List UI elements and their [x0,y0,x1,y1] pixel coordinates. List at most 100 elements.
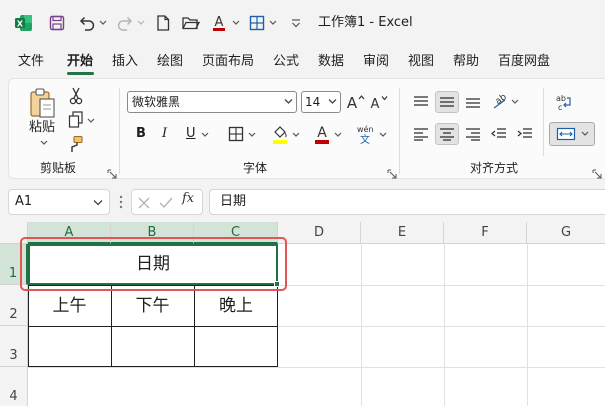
menu-formulas[interactable]: 公式 [273,52,299,72]
svg-text:A: A [371,97,380,111]
font-size-value: 14 [305,95,321,109]
font-launcher-icon[interactable] [387,164,397,179]
borders-icon[interactable] [246,12,268,34]
cell-c2[interactable]: 晚上 [194,294,278,318]
menu-page-layout[interactable]: 页面布局 [202,52,254,72]
formula-input[interactable]: 日期 [209,189,605,215]
window-title: 工作簿1 - Excel [318,15,413,30]
font-name-select[interactable]: 微软雅黑 [127,91,297,113]
align-center-icon[interactable] [435,123,459,145]
font-color-dropdown-icon[interactable] [333,130,343,140]
align-bottom-icon[interactable] [462,91,484,113]
redo-icon [114,12,136,34]
svg-text:ab: ab [556,94,566,103]
borders-dropdown-icon[interactable] [268,12,278,34]
underline-dropdown-icon[interactable] [200,130,210,140]
cell-border [28,326,278,327]
svg-text:X: X [17,20,24,29]
align-right-icon[interactable] [462,123,484,145]
menu-file[interactable]: 文件 [18,52,44,72]
fill-color-icon[interactable] [270,122,290,146]
decrease-indent-icon[interactable] [488,123,510,145]
underline-button[interactable]: U [186,126,196,142]
gridline [527,244,528,406]
borders-icon[interactable] [226,124,246,144]
clipboard-launcher-icon[interactable] [107,164,117,179]
column-header-g[interactable]: G [527,222,605,244]
name-box-value: A1 [15,194,33,209]
svg-text:A: A [215,15,224,30]
font-size-select[interactable]: 14 [301,91,341,113]
gridline [444,244,445,406]
align-middle-icon[interactable] [435,91,459,113]
increase-indent-icon[interactable] [514,123,536,145]
copy-icon[interactable] [66,110,86,130]
bold-button[interactable]: B [136,126,146,142]
cell-b2[interactable]: 下午 [111,294,194,318]
enter-icon[interactable] [159,197,173,209]
menu-draw[interactable]: 绘图 [157,52,183,72]
save-icon[interactable] [46,12,68,34]
ribbon-separator [399,88,400,174]
menu-insert[interactable]: 插入 [112,52,138,72]
undo-icon[interactable] [76,12,98,34]
name-box[interactable]: A1 [8,189,110,215]
row-header-4[interactable]: 4 [0,367,28,406]
font-group-label: 字体 [243,161,268,175]
wrap-text-icon[interactable]: ab c [553,91,575,113]
align-left-icon[interactable] [410,123,432,145]
merge-center-button[interactable] [549,122,595,146]
menu-home[interactable]: 开始 [67,52,93,72]
ribbon-separator [119,88,120,174]
cancel-icon[interactable] [138,197,150,209]
undo-dropdown-icon[interactable] [98,12,108,34]
more-options-icon[interactable] [115,192,127,212]
copy-dropdown-icon[interactable] [86,116,96,126]
menu-baidu-netdisk[interactable]: 百度网盘 [498,52,550,72]
paste-label[interactable]: 粘贴 [29,120,55,136]
cell-a2[interactable]: 上午 [28,294,111,318]
font-color-icon[interactable]: A [312,122,332,146]
cut-icon[interactable] [66,86,86,106]
formula-controls: fx [131,189,203,215]
svg-text:ab: ab [494,94,508,107]
decrease-font-size-icon[interactable]: A [368,91,388,113]
column-header-e[interactable]: E [361,222,444,244]
font-color-dropdown-icon[interactable] [231,12,241,34]
highlight-annotation [20,237,287,291]
excel-logo-icon: X [12,12,36,34]
fill-color-dropdown-icon[interactable] [291,130,301,140]
increase-font-size-icon[interactable]: A [345,91,365,113]
svg-text:A: A [317,125,327,141]
align-top-icon[interactable] [410,91,432,113]
paste-dropdown-icon[interactable] [38,138,50,148]
gridline [28,367,605,368]
menu-view[interactable]: 视图 [408,52,434,72]
menu-data[interactable]: 数据 [318,52,344,72]
text-orientation-icon[interactable]: ab [488,91,510,113]
paste-icon[interactable] [26,86,60,120]
row-header-3[interactable]: 3 [0,326,28,367]
column-header-f[interactable]: F [444,222,527,244]
borders-dropdown-icon[interactable] [247,130,257,140]
menu-review[interactable]: 审阅 [363,52,389,72]
font-color-icon[interactable]: A [208,12,230,34]
orientation-dropdown-icon[interactable] [510,97,520,107]
chevron-down-icon [284,99,293,104]
format-painter-icon[interactable] [66,134,86,154]
clipboard-group-label: 剪贴板 [40,161,77,175]
new-file-icon[interactable] [152,12,174,34]
ribbon-separator [543,88,544,156]
alignment-launcher-icon[interactable] [592,164,602,179]
font-name-value: 微软雅黑 [132,95,181,109]
phonetic-dropdown-icon[interactable] [378,130,388,140]
italic-button[interactable]: I [162,126,167,142]
row-header-2[interactable]: 2 [0,285,28,326]
column-header-d[interactable]: D [278,222,361,244]
customize-icon[interactable] [288,12,304,34]
phonetic-guide-icon[interactable]: 文 [358,132,372,144]
insert-function-button[interactable]: fx [182,191,194,206]
open-folder-icon[interactable] [180,12,202,34]
svg-text:c: c [558,103,562,111]
menu-help[interactable]: 帮助 [453,52,479,72]
